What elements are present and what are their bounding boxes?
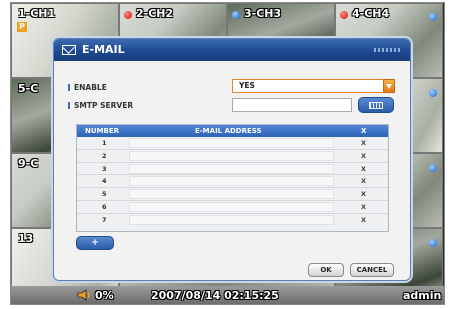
email-address-field[interactable] (129, 176, 334, 187)
row-number: 7 (102, 215, 107, 224)
dialog-title: E-MAIL (82, 43, 125, 56)
dropdown-arrow-icon[interactable] (383, 79, 395, 93)
delete-button[interactable]: X (361, 139, 366, 147)
ok-button[interactable]: OK (308, 263, 344, 277)
recording-dot-icon (340, 11, 348, 19)
table-row: 4 X (77, 175, 388, 189)
camera-status-dot-icon (232, 11, 240, 19)
title-grip (374, 48, 402, 52)
table-row: 5 X (77, 188, 388, 201)
cancel-button[interactable]: CANCEL (350, 263, 394, 277)
channel-label: 13 (18, 232, 34, 245)
email-dialog: E-MAIL ENABLE YES SMTP SERVER NUMBER E-M… (53, 38, 411, 281)
email-address-field[interactable] (129, 189, 334, 200)
channel-label: 9-C (18, 157, 39, 170)
add-email-button[interactable]: + (76, 236, 114, 250)
delete-button[interactable]: X (361, 190, 366, 198)
volume-level: 0% (95, 289, 114, 302)
enable-label: ENABLE (68, 83, 107, 92)
column-header-email: E-MAIL ADDRESS (195, 127, 262, 135)
channel-label: 3-CH3 (244, 7, 282, 20)
table-header: NUMBER E-MAIL ADDRESS X (77, 125, 388, 137)
status-bar: 0% 2007/08/14 02:15:25 admin (11, 286, 444, 304)
delete-button[interactable]: X (361, 152, 366, 160)
dialog-title-bar[interactable]: E-MAIL (54, 39, 410, 61)
enable-select[interactable]: YES (232, 79, 395, 93)
mail-icon (62, 45, 76, 55)
camera-status-dot-icon (429, 13, 437, 21)
row-number: 6 (102, 202, 107, 211)
enable-value: YES (239, 81, 255, 90)
table-row: 6 X (77, 201, 388, 214)
delete-button[interactable]: X (361, 203, 366, 211)
row-number: 4 (102, 177, 107, 186)
delete-button[interactable]: X (361, 165, 366, 173)
channel-label: 1-CH1 (18, 7, 56, 20)
camera-status-dot-icon (429, 89, 437, 97)
column-header-delete: X (361, 127, 367, 135)
table-row: 2 X (77, 150, 388, 163)
current-user: admin (403, 289, 442, 302)
email-address-table: NUMBER E-MAIL ADDRESS X 1 X 2 X 3 X 4 X … (76, 124, 389, 232)
channel-label: 5-C (18, 82, 39, 95)
email-address-field[interactable] (129, 150, 334, 161)
keyboard-icon (369, 102, 383, 109)
column-header-number: NUMBER (85, 127, 120, 135)
delete-button[interactable]: X (361, 216, 366, 224)
camera-status-dot-icon (429, 239, 437, 247)
recording-dot-icon (124, 11, 132, 19)
row-number: 3 (102, 164, 107, 173)
smtp-server-input[interactable] (232, 98, 352, 112)
table-row: 1 X (77, 137, 388, 150)
camera-status-dot-icon (429, 164, 437, 172)
email-address-field[interactable] (129, 138, 334, 148)
email-address-field[interactable] (129, 214, 334, 225)
email-address-field[interactable] (129, 163, 334, 174)
table-row: 7 X (77, 214, 388, 227)
table-row: 3 X (77, 163, 388, 176)
ptz-badge: P (17, 22, 27, 32)
email-address-field[interactable] (129, 201, 334, 212)
row-number: 2 (102, 151, 107, 160)
row-number: 1 (102, 139, 107, 147)
delete-button[interactable]: X (361, 177, 366, 185)
speaker-icon[interactable] (77, 289, 91, 301)
virtual-keyboard-button[interactable] (358, 97, 394, 113)
row-number: 5 (102, 190, 107, 199)
channel-label: 2-CH2 (136, 7, 174, 20)
date-time: 2007/08/14 02:15:25 (151, 289, 279, 302)
smtp-server-label: SMTP SERVER (67, 101, 134, 110)
channel-label: 4-CH4 (352, 7, 390, 20)
